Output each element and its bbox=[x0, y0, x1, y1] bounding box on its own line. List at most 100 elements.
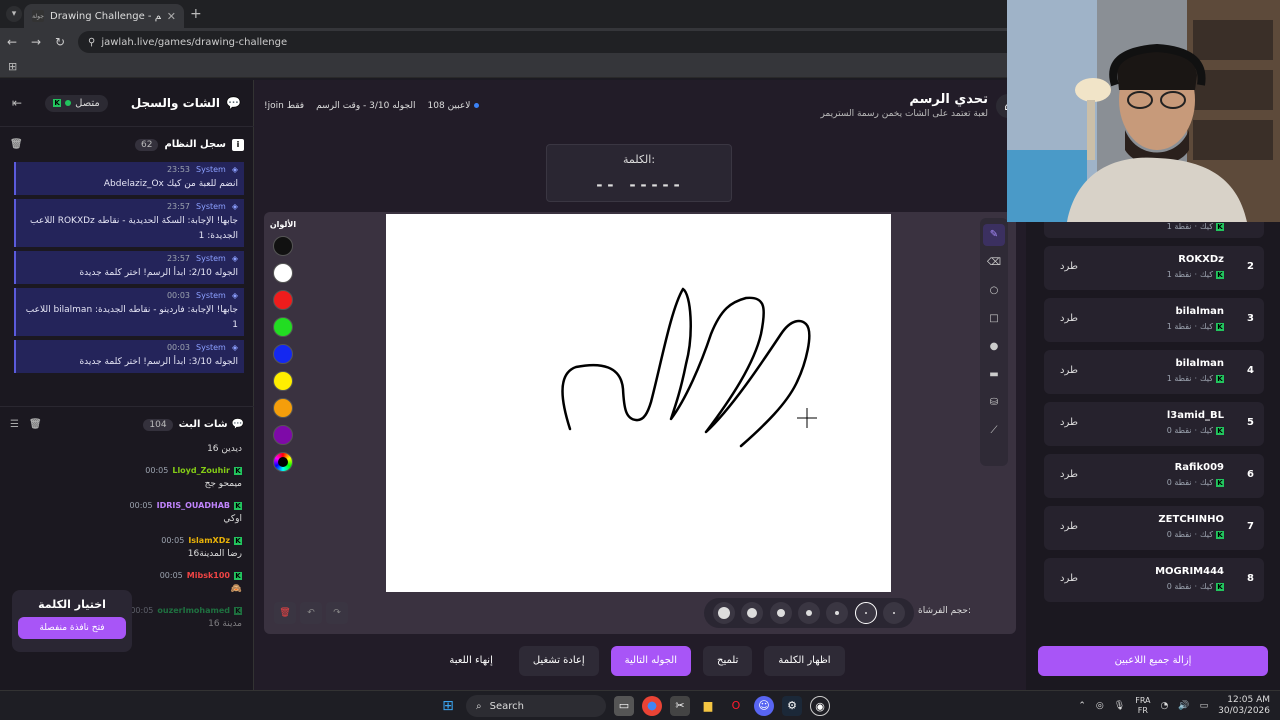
taskbar-apps: ⊞ ⌕ Search ▭ ✂ ▆ O ☺ ⚙ ◉ bbox=[438, 695, 830, 717]
color-swatch-white[interactable] bbox=[273, 263, 293, 283]
url-field[interactable]: ⚲ jawlah.live/games/drawing-challenge bbox=[78, 31, 1068, 53]
url-text: jawlah.live/games/drawing-challenge bbox=[101, 36, 288, 48]
kick-button[interactable]: طرد bbox=[1060, 261, 1078, 272]
kick-button[interactable]: طرد bbox=[1060, 469, 1078, 480]
redo-icon[interactable]: ↷ bbox=[326, 602, 348, 624]
collapse-panel-icon[interactable]: ⇤ bbox=[12, 96, 22, 110]
network-tray-icon[interactable]: ◎ bbox=[1096, 701, 1104, 711]
brush-size-option[interactable] bbox=[741, 602, 764, 624]
color-swatch-black[interactable] bbox=[273, 236, 293, 256]
opera-icon[interactable]: O bbox=[726, 696, 746, 716]
task-view-icon[interactable]: ▭ bbox=[614, 696, 634, 716]
end-game-button[interactable]: إنهاء اللعبة bbox=[435, 646, 506, 676]
new-tab-icon[interactable]: + bbox=[190, 6, 202, 22]
microphone-icon[interactable]: 🎙 bbox=[1114, 701, 1125, 711]
kick-button[interactable]: طرد bbox=[1060, 417, 1078, 428]
bot-icon: ◈ bbox=[231, 291, 238, 300]
color-swatch-red[interactable] bbox=[273, 290, 293, 310]
discord-icon[interactable]: ☺ bbox=[754, 696, 774, 716]
open-popup-button[interactable]: فتح نافذة منفصلة bbox=[18, 617, 126, 639]
snipping-tool-icon[interactable]: ✂ bbox=[670, 696, 690, 716]
next-round-button[interactable]: الجوله التالية bbox=[610, 646, 692, 676]
clock[interactable]: 12:05 AM 30/03/2026 bbox=[1218, 695, 1270, 717]
tab-title: Drawing Challenge - تحدي الرسم bbox=[50, 10, 161, 22]
chat-bubble-icon: 💬 bbox=[226, 96, 241, 110]
chat-username[interactable]: ouzerImohamed bbox=[157, 606, 230, 615]
rectangle-tool-icon[interactable]: □ bbox=[983, 308, 1005, 330]
system-log-list[interactable]: 23:53 System ◈ Abdelaziz_Ox انضم للعبة من … bbox=[14, 162, 244, 392]
filled-circle-icon[interactable]: ● bbox=[983, 336, 1005, 358]
list-icon[interactable]: ☰ bbox=[10, 419, 19, 430]
volume-icon[interactable]: 🔊 bbox=[1178, 701, 1189, 711]
site-info-icon[interactable]: ⚲ bbox=[88, 37, 95, 48]
player-rank: 3 bbox=[1247, 313, 1254, 324]
reload-icon[interactable]: ↻ bbox=[48, 35, 72, 49]
apps-grid-icon[interactable]: ⊞ bbox=[8, 60, 17, 73]
brush-size-option[interactable] bbox=[826, 602, 849, 624]
file-explorer-icon[interactable]: ▆ bbox=[698, 696, 718, 716]
word-label: الكلمة: bbox=[622, 153, 656, 166]
hint-button[interactable]: تلميح bbox=[703, 646, 753, 676]
chevron-up-icon[interactable]: ⌃ bbox=[1078, 701, 1086, 711]
game-title: تحدي الرسم bbox=[909, 92, 988, 107]
player-name: bilalman bbox=[1175, 358, 1224, 369]
player-row: طرد bilalman 1 نقطة · كيك K 4 bbox=[1044, 350, 1264, 394]
chat-username[interactable]: Lloyd_Zouhir bbox=[172, 466, 230, 475]
circle-tool-icon[interactable]: ○ bbox=[983, 280, 1005, 302]
language-indicator[interactable]: FRA FR bbox=[1135, 696, 1150, 716]
player-row: طرد Rafik009 0 نقطة · كيك K 6 bbox=[1044, 454, 1264, 498]
brush-size-option[interactable] bbox=[713, 602, 736, 624]
player-list[interactable]: 1 نقطة · كيك K طرد ROKXDz 1 نقطة · كيك K 2 طرد… bbox=[1044, 220, 1264, 630]
color-swatch-purple[interactable] bbox=[273, 425, 293, 445]
kick-button[interactable]: طرد bbox=[1060, 313, 1078, 324]
line-tool-icon[interactable]: ⟋ bbox=[983, 420, 1005, 442]
battery-icon[interactable]: ▭ bbox=[1200, 701, 1209, 711]
color-swatch-blue[interactable] bbox=[273, 344, 293, 364]
player-rank: 4 bbox=[1247, 365, 1254, 376]
brush-size-option[interactable] bbox=[854, 602, 877, 624]
brush-size-option[interactable] bbox=[797, 602, 820, 624]
pencil-icon[interactable]: ✎ bbox=[983, 224, 1005, 246]
fill-bucket-icon[interactable]: ⛁ bbox=[983, 392, 1005, 414]
custom-color-picker[interactable] bbox=[273, 452, 293, 472]
undo-icon[interactable]: ↶ bbox=[300, 602, 322, 624]
trash-icon[interactable]: 🗑 bbox=[29, 419, 42, 430]
wifi-icon[interactable]: ◔ bbox=[1161, 701, 1169, 711]
color-swatch-green[interactable] bbox=[273, 317, 293, 337]
trash-icon[interactable]: 🗑 bbox=[10, 139, 23, 150]
windows-start-icon[interactable]: ⊞ bbox=[438, 696, 458, 716]
taskbar-search[interactable]: ⌕ Search bbox=[466, 695, 606, 717]
color-swatch-yellow[interactable] bbox=[273, 371, 293, 391]
kick-button[interactable]: طرد bbox=[1060, 521, 1078, 532]
stream-chat-list[interactable]: ديدين 16 00:05 Lloyd_Zouhir K ميمحو جج 00:… bbox=[0, 442, 254, 690]
drawing-canvas[interactable] bbox=[386, 214, 891, 592]
chrome-icon[interactable] bbox=[642, 696, 662, 716]
eraser-icon[interactable]: ⌫ bbox=[983, 252, 1005, 274]
restart-button[interactable]: إعادة تشغيل bbox=[518, 646, 599, 676]
filled-rectangle-icon[interactable]: ▬ bbox=[983, 364, 1005, 386]
back-icon[interactable]: ← bbox=[0, 35, 24, 49]
browser-tab[interactable]: جولة Drawing Challenge - تحدي الرسم ✕ bbox=[24, 4, 184, 28]
brush-size-option[interactable] bbox=[882, 602, 905, 624]
info-icon: i bbox=[232, 138, 244, 151]
close-tab-icon[interactable]: ✕ bbox=[167, 10, 176, 23]
obs-icon[interactable]: ◉ bbox=[810, 696, 830, 716]
forward-icon[interactable]: → bbox=[24, 35, 48, 49]
clear-canvas-icon[interactable]: 🗑 bbox=[274, 602, 296, 624]
chat-username[interactable]: IDRIS_OUADHAB bbox=[157, 501, 230, 510]
kick-button[interactable]: طرد bbox=[1060, 573, 1078, 584]
bot-icon: ◈ bbox=[231, 202, 238, 211]
player-name: ZETCHINHO bbox=[1158, 514, 1224, 525]
chat-username[interactable]: Mibsk100 bbox=[187, 571, 230, 580]
show-word-button[interactable]: اظهار الكلمة bbox=[764, 646, 845, 676]
remove-all-players-button[interactable]: إزالة جميع اللاعبين bbox=[1038, 646, 1268, 676]
colors-label: الألوان bbox=[269, 220, 297, 229]
color-swatch-orange[interactable] bbox=[273, 398, 293, 418]
steam-icon[interactable]: ⚙ bbox=[782, 696, 802, 716]
tab-search-icon[interactable]: ▾ bbox=[6, 6, 22, 22]
kick-button[interactable]: طرد bbox=[1060, 365, 1078, 376]
player-rank: 7 bbox=[1247, 521, 1254, 532]
chat-username[interactable]: IslamXDz bbox=[188, 536, 230, 545]
kick-icon: K bbox=[1216, 530, 1224, 539]
brush-size-option[interactable] bbox=[769, 602, 792, 624]
